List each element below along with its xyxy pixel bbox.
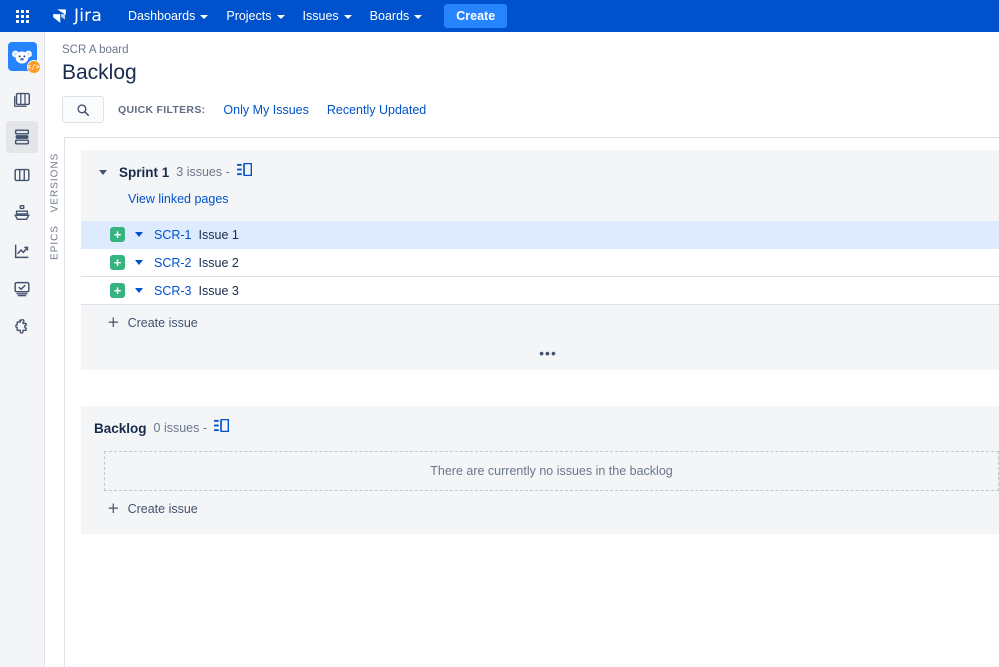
sidebar-item-releases[interactable] <box>6 197 38 229</box>
sidebar-item-roadmap[interactable] <box>6 83 38 115</box>
chevron-down-icon[interactable] <box>135 260 143 265</box>
roadmap-icon <box>14 92 30 107</box>
issue-summary: Issue 3 <box>198 283 239 298</box>
sidebar-item-board[interactable] <box>6 159 38 191</box>
backlog-icon <box>14 129 30 145</box>
quick-filter-only-my-issues[interactable]: Only My Issues <box>223 103 308 117</box>
chevron-down-icon[interactable] <box>135 232 143 237</box>
header-divider <box>65 137 999 138</box>
code-badge-icon: </> <box>26 60 41 74</box>
sidebar-item-addons[interactable] <box>6 311 38 343</box>
nav-item-issues-label: Issues <box>302 9 339 23</box>
chevron-down-icon <box>414 14 423 19</box>
backlog-panel: Backlog 0 issues - There are currently n… <box>81 406 999 534</box>
primary-nav-items: Dashboards Projects Issues Boards Create <box>120 4 508 28</box>
jira-home-link[interactable]: Jira <box>50 6 102 26</box>
table-row[interactable]: + SCR-3 Issue 3 <box>81 277 999 305</box>
jira-wordmark: Jira <box>74 6 102 26</box>
table-row[interactable]: + SCR-1 Issue 1 <box>81 221 999 249</box>
top-navigation-bar: Jira Dashboards Projects Issues Boards C… <box>0 0 999 32</box>
sprint-create-issue-label: Create issue <box>127 315 198 330</box>
sprint-title: Sprint 1 <box>119 164 170 180</box>
issue-key-link[interactable]: SCR-2 <box>154 256 192 270</box>
estimate-badge-icon[interactable] <box>236 162 253 181</box>
nav-item-issues[interactable]: Issues <box>295 4 360 28</box>
story-plus-icon: + <box>110 227 125 242</box>
sidebar-item-issues[interactable] <box>6 273 38 305</box>
quick-filters-label: QUICK FILTERS: <box>118 103 206 116</box>
view-linked-pages-link[interactable]: View linked pages <box>128 192 229 206</box>
project-avatar[interactable]: </> <box>7 42 41 74</box>
story-plus-icon: + <box>110 255 125 270</box>
nav-item-dashboards[interactable]: Dashboards <box>120 4 216 28</box>
quick-filter-bar: QUICK FILTERS: Only My Issues Recently U… <box>62 96 999 123</box>
chevron-down-icon <box>200 14 209 19</box>
nav-item-boards[interactable]: Boards <box>362 4 431 28</box>
side-panel-tabs: VERSIONS EPICS <box>45 137 65 667</box>
sidebar-item-reports[interactable] <box>6 235 38 267</box>
backlog-title: Backlog <box>94 420 147 436</box>
backlog-issue-count: 0 issues - <box>153 421 208 435</box>
sprint-issue-list: + SCR-1 Issue 1 + SCR-2 Issue 2 + SCR-3 … <box>81 221 999 305</box>
table-row[interactable]: + SCR-2 Issue 2 <box>81 249 999 277</box>
issues-monitor-icon <box>14 281 30 297</box>
estimate-badge-icon[interactable] <box>214 418 230 437</box>
chevron-down-icon <box>343 14 352 19</box>
plus-icon: + <box>107 499 120 517</box>
nav-item-boards-label: Boards <box>369 9 410 23</box>
grid-apps-icon <box>15 9 29 23</box>
issue-key-link[interactable]: SCR-3 <box>154 284 192 298</box>
page-header: SCR A board Backlog QUICK FILTERS: Only … <box>45 32 999 137</box>
sprint-collapse-toggle[interactable] <box>94 163 112 181</box>
sprint-create-issue-button[interactable]: + Create issue <box>81 305 999 330</box>
backlog-header: Backlog 0 issues - <box>81 418 999 437</box>
sprint-issue-count: 3 issues - <box>176 165 230 179</box>
sidebar-item-backlog[interactable] <box>6 121 38 153</box>
project-sidebar-rail: </> <box>0 32 45 667</box>
backlog-content: Sprint 1 3 issues - View linked pages + … <box>65 138 999 667</box>
issue-summary: Issue 2 <box>198 255 239 270</box>
create-button[interactable]: Create <box>444 4 508 28</box>
search-input[interactable] <box>62 96 104 123</box>
app-switcher-button[interactable] <box>8 2 36 30</box>
chevron-down-icon <box>99 169 107 175</box>
search-icon <box>77 103 90 116</box>
nav-item-dashboards-label: Dashboards <box>127 9 196 23</box>
backlog-empty-message: There are currently no issues in the bac… <box>430 464 673 478</box>
quick-filter-recently-updated[interactable]: Recently Updated <box>327 103 426 117</box>
backlog-create-issue-label: Create issue <box>127 501 198 516</box>
addons-puzzle-icon <box>15 319 27 334</box>
issue-key-link[interactable]: SCR-1 <box>154 228 192 242</box>
nav-item-projects[interactable]: Projects <box>218 4 292 28</box>
jira-logo-icon <box>53 8 66 23</box>
plus-icon: + <box>107 313 120 331</box>
sprint-panel: Sprint 1 3 issues - View linked pages + … <box>81 150 999 370</box>
breadcrumb[interactable]: SCR A board <box>62 44 999 56</box>
board-icon <box>14 168 30 182</box>
chevron-down-icon[interactable] <box>135 288 143 293</box>
releases-ship-icon <box>14 205 30 221</box>
sprint-footer: ••• <box>81 336 999 370</box>
story-plus-icon: + <box>110 283 125 298</box>
tab-epics[interactable]: EPICS <box>50 212 61 274</box>
backlog-empty-dropzone: There are currently no issues in the bac… <box>104 451 999 491</box>
issue-summary: Issue 1 <box>198 227 239 242</box>
chevron-down-icon <box>276 14 285 19</box>
more-dots-icon[interactable]: ••• <box>539 346 557 360</box>
nav-item-projects-label: Projects <box>226 9 272 23</box>
reports-chart-icon <box>14 244 29 259</box>
backlog-create-issue-button[interactable]: + Create issue <box>81 491 999 516</box>
tab-versions[interactable]: VERSIONS <box>50 152 61 214</box>
sprint-header: Sprint 1 3 issues - <box>81 162 999 181</box>
page-title: Backlog <box>62 61 137 84</box>
